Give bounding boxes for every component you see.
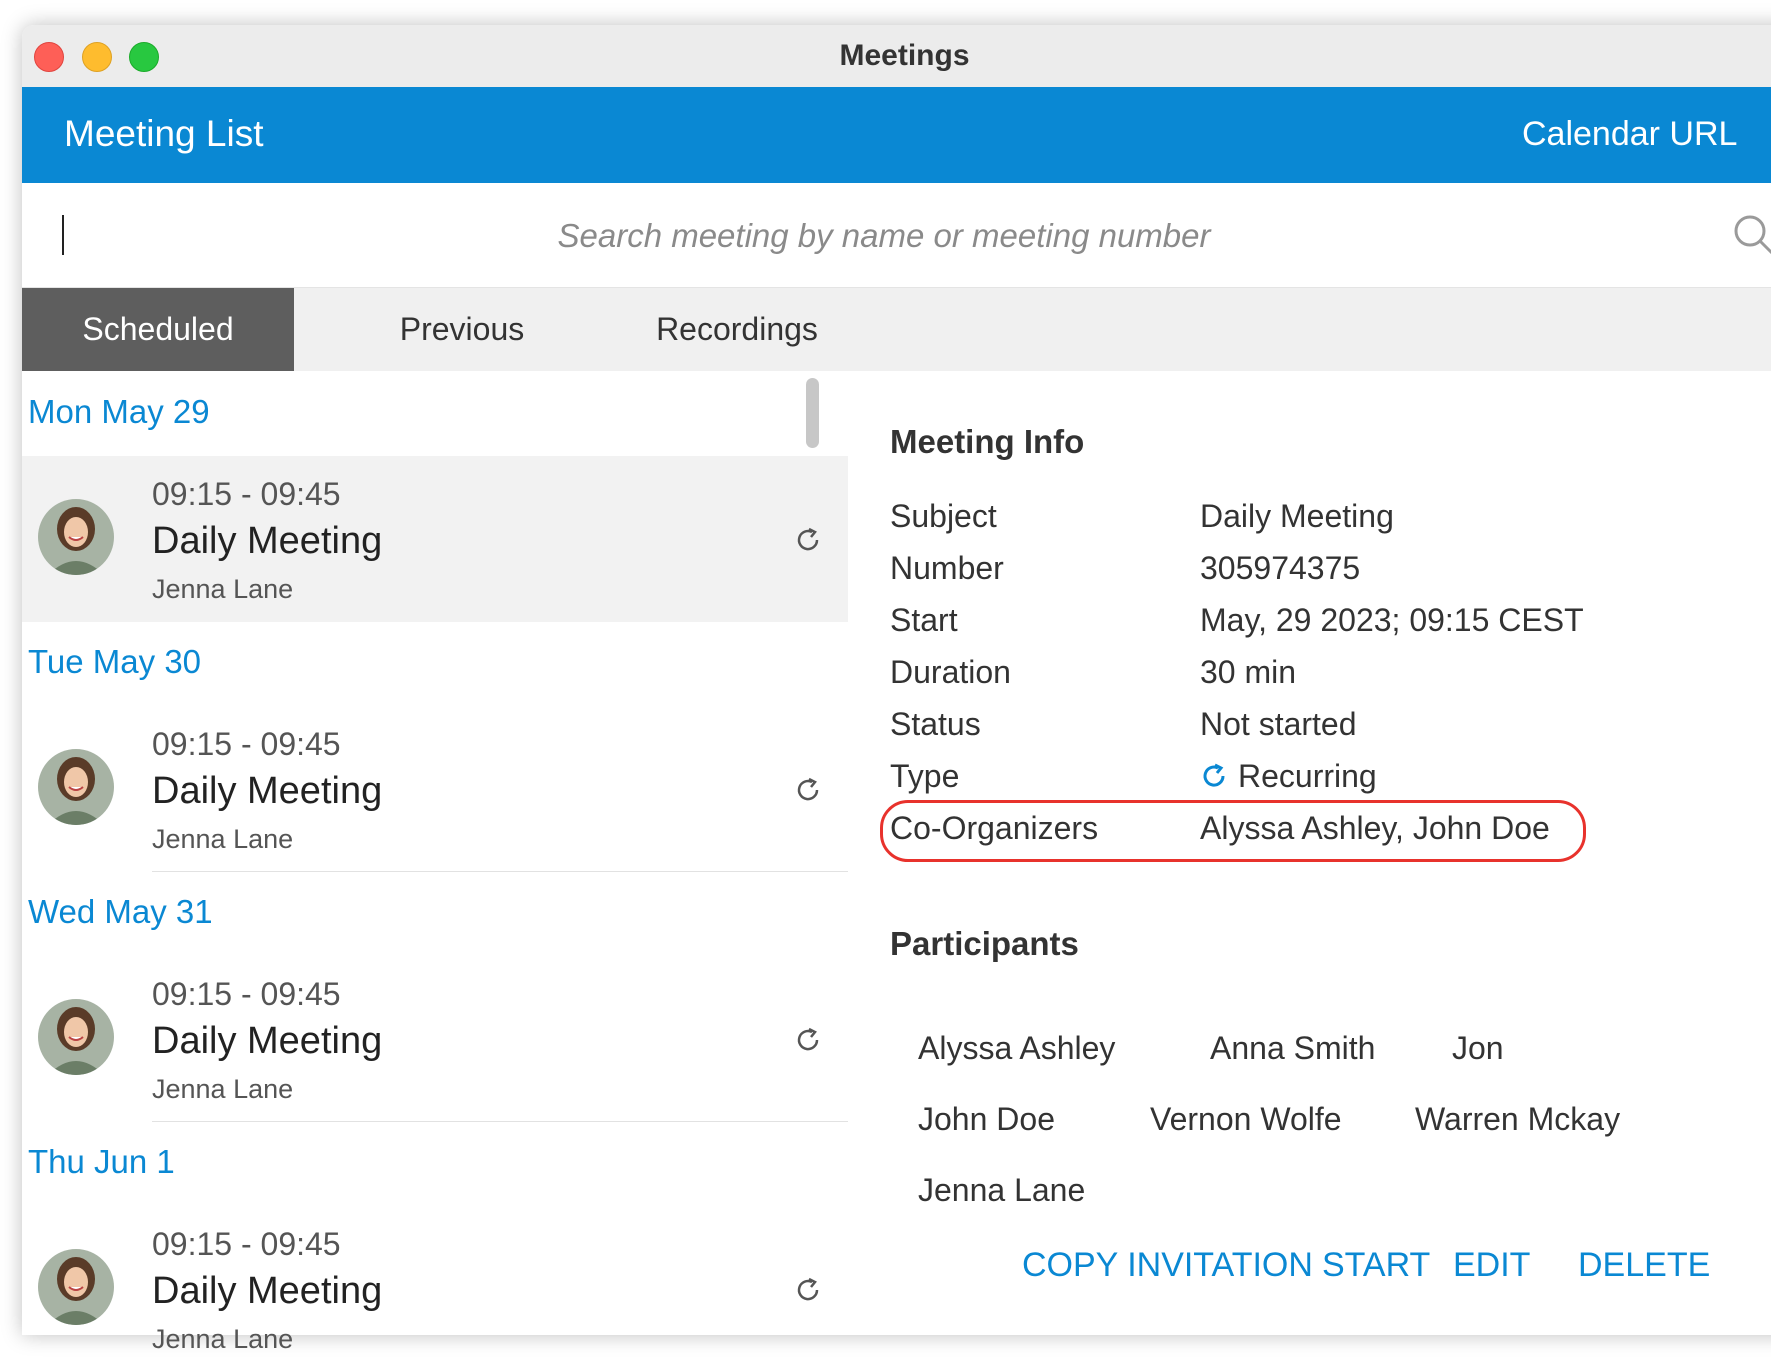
tab-bar: Scheduled Previous Recordings: [22, 288, 1771, 371]
co-organizers-label: Co-Organizers: [890, 810, 1099, 846]
day-header: Tue May 30: [28, 643, 202, 680]
tab-scheduled[interactable]: Scheduled: [22, 288, 294, 371]
participants-heading: Participants: [890, 925, 1079, 962]
meeting-info-heading: Meeting Info: [890, 423, 1085, 460]
status-label: Status: [890, 706, 981, 742]
tab-previous[interactable]: Previous: [362, 288, 562, 371]
participant-name: Alyssa Ashley: [918, 1030, 1116, 1066]
recurring-icon: [794, 776, 822, 809]
meeting-list-item[interactable]: 09:15 - 09:45 Daily Meeting Jenna Lane: [22, 456, 848, 622]
calendar-url-link[interactable]: Calendar URL: [1522, 115, 1737, 154]
start-value: May, 29 2023; 09:15 CEST: [1200, 602, 1584, 638]
start-label: Start: [890, 602, 958, 638]
avatar: [38, 1249, 114, 1325]
meeting-title: Daily Meeting: [152, 1270, 383, 1312]
meeting-time: 09:15 - 09:45: [152, 476, 341, 512]
row-divider: [152, 871, 848, 872]
meeting-organizer: Jenna Lane: [152, 1324, 294, 1354]
subject-label: Subject: [890, 498, 997, 534]
participant-name: Vernon Wolfe: [1150, 1101, 1342, 1137]
type-value: Recurring: [1200, 758, 1377, 798]
meeting-title: Daily Meeting: [152, 770, 383, 812]
search-input[interactable]: [82, 207, 1686, 265]
participant-name: Warren Mckay: [1415, 1101, 1621, 1137]
meeting-organizer: Jenna Lane: [152, 574, 294, 604]
search-icon[interactable]: [1732, 213, 1771, 262]
meeting-organizer: Jenna Lane: [152, 824, 294, 854]
day-header: Mon May 29: [28, 393, 210, 430]
recurring-icon: [1200, 761, 1228, 798]
meeting-title: Daily Meeting: [152, 520, 383, 562]
row-divider: [152, 1121, 848, 1122]
avatar: [38, 749, 114, 825]
copy-invitation-button[interactable]: COPY INVITATION: [1022, 1246, 1313, 1285]
participant-name: Anna Smith: [1210, 1030, 1376, 1066]
scrollbar-thumb[interactable]: [806, 378, 819, 448]
participant-name: John Doe: [918, 1101, 1055, 1137]
co-organizers-value: Alyssa Ashley, John Doe: [1200, 810, 1550, 846]
subject-value: Daily Meeting: [1200, 498, 1394, 534]
avatar: [38, 499, 114, 575]
recurring-icon: [794, 1276, 822, 1309]
tab-recordings[interactable]: Recordings: [622, 288, 852, 371]
participant-name: Jon: [1452, 1030, 1504, 1066]
delete-button[interactable]: DELETE: [1578, 1246, 1710, 1285]
duration-value: 30 min: [1200, 654, 1297, 690]
meeting-list-item[interactable]: 09:15 - 09:45 Daily Meeting Jenna Lane: [22, 706, 848, 872]
duration-label: Duration: [890, 654, 1011, 690]
start-button[interactable]: START: [1322, 1246, 1430, 1285]
title-bar: Meetings: [22, 25, 1771, 88]
type-value-text: Recurring: [1238, 758, 1377, 794]
meeting-time: 09:15 - 09:45: [152, 1226, 341, 1262]
participant-name: Jenna Lane: [918, 1172, 1086, 1208]
edit-button[interactable]: EDIT: [1453, 1246, 1530, 1285]
number-label: Number: [890, 550, 1004, 586]
app-header: Meeting List Calendar URL: [22, 87, 1771, 183]
meeting-title: Daily Meeting: [152, 1020, 383, 1062]
type-label: Type: [890, 758, 960, 794]
search-bar: [22, 183, 1771, 288]
status-value: Not started: [1200, 706, 1357, 742]
page-title: Meeting List: [64, 113, 264, 154]
number-value: 305974375: [1200, 550, 1361, 586]
text-caret: [62, 215, 64, 255]
recurring-icon: [794, 1026, 822, 1059]
meeting-time: 09:15 - 09:45: [152, 726, 341, 762]
meeting-organizer: Jenna Lane: [152, 1074, 294, 1104]
day-header: Wed May 31: [28, 893, 213, 930]
meeting-time: 09:15 - 09:45: [152, 976, 341, 1012]
day-header: Thu Jun 1: [28, 1143, 175, 1180]
meeting-list-item[interactable]: 09:15 - 09:45 Daily Meeting Jenna Lane: [22, 1206, 848, 1372]
window-title: Meetings: [839, 39, 970, 72]
avatar: [38, 999, 114, 1075]
recurring-icon: [794, 526, 822, 559]
meeting-list-item[interactable]: 09:15 - 09:45 Daily Meeting Jenna Lane: [22, 956, 848, 1122]
